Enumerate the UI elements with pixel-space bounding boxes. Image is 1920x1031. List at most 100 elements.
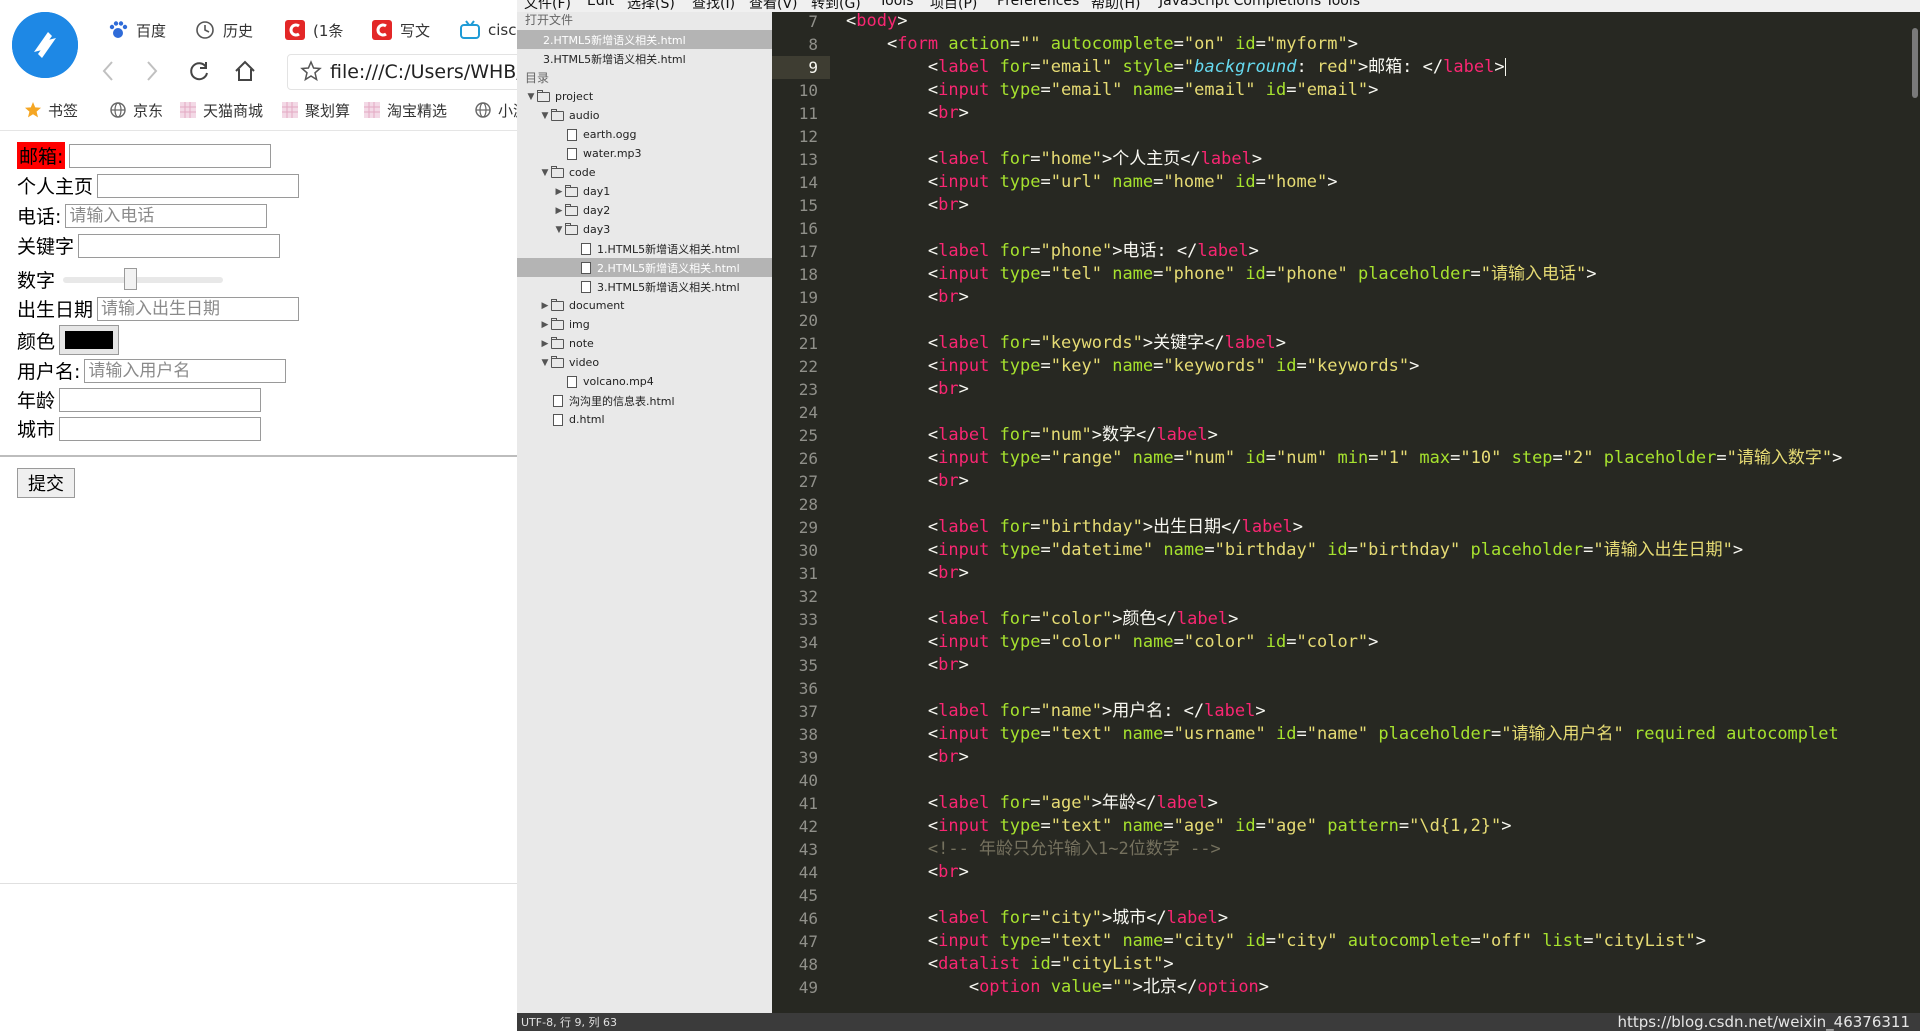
browser-tab[interactable]: 历史 — [195, 16, 253, 44]
code-line: <input type="key" name="keywords" id="ke… — [846, 356, 1420, 376]
city-row: 城市 — [17, 415, 262, 442]
num-label: 数字 — [17, 270, 56, 292]
line-number: 38 — [798, 725, 818, 744]
birthday-row: 出生日期 — [17, 295, 300, 322]
tree-file[interactable]: water.mp3 — [553, 144, 642, 163]
tree-folder[interactable]: ▶ day2 — [553, 201, 610, 220]
expand-down-icon[interactable]: ▼ — [539, 111, 551, 121]
menu-item[interactable]: 文件(F) — [524, 0, 571, 12]
menu-item[interactable]: JavaScript Completions Tools — [1159, 0, 1360, 9]
favorite-star-icon[interactable] — [300, 60, 322, 86]
bookmark-item[interactable]: 聚划算 — [281, 98, 350, 122]
code-line: <input type="email" name="email" id="ema… — [846, 80, 1379, 100]
tree-folder[interactable]: ▼ audio — [539, 106, 599, 125]
expand-right-icon[interactable]: ▶ — [553, 187, 565, 197]
expand-down-icon[interactable]: ▼ — [539, 358, 551, 368]
menu-item[interactable]: 转到(G) — [811, 0, 861, 12]
tree-folder[interactable]: ▼ day3 — [553, 220, 610, 239]
tree-folder[interactable]: ▶ img — [539, 315, 590, 334]
menu-item[interactable]: Tools — [879, 0, 914, 9]
code-view[interactable]: 7 8 9 10 11 12 13 14 15 16 17 18 19 20 21 22 23 24 25 26 27 2… — [772, 12, 1920, 1013]
browser-tab[interactable]: 写文 — [372, 16, 430, 44]
submit-button[interactable]: 提交 — [17, 468, 75, 498]
city-field[interactable] — [59, 416, 262, 441]
address-bar[interactable]: file:///C:/Users/WHB/D — [287, 54, 517, 90]
name-row: 用户名: — [17, 357, 287, 384]
color-picker[interactable] — [59, 325, 120, 355]
line-number: 7 — [808, 12, 818, 31]
username-field[interactable] — [84, 358, 287, 383]
bookmark-item[interactable]: 小游 — [474, 98, 517, 122]
line-number: 12 — [798, 127, 818, 146]
browser-logo-icon[interactable] — [12, 12, 78, 78]
menu-item[interactable]: Edit — [587, 0, 614, 9]
bookmark-label: 天猫商城 — [203, 101, 264, 120]
menu-item[interactable]: 帮助(H) — [1091, 0, 1140, 12]
home-row: 个人主页 — [17, 172, 300, 199]
bookmark-item[interactable]: 天猫商城 — [179, 98, 263, 122]
page-bottom-line — [0, 883, 517, 884]
phone-field[interactable] — [65, 203, 268, 228]
tree-item-label: 3.HTML5新增语义相关.html — [597, 280, 740, 294]
file-icon — [581, 261, 591, 274]
keywords-field[interactable] — [78, 233, 281, 258]
expand-right-icon[interactable]: ▶ — [539, 301, 551, 311]
expand-down-icon[interactable]: ▼ — [539, 168, 551, 178]
bookmark-item[interactable]: 京东 — [109, 98, 163, 122]
expand-right-icon[interactable]: ▶ — [539, 320, 551, 330]
tree-file[interactable]: volcano.mp4 — [553, 372, 654, 391]
home-field[interactable] — [97, 173, 300, 198]
num-range-slider[interactable] — [63, 267, 224, 290]
code-line: <label for="email" style="background: re… — [846, 57, 1506, 77]
back-icon[interactable] — [95, 58, 121, 84]
menu-bar: 文件(F) Edit 选择(S) 查找(I) 查看(V) 转到(G) Tools 项目(P) P… — [517, 0, 1920, 12]
code-line: <label for="age">年龄</label> — [846, 793, 1218, 813]
line-number: 40 — [798, 771, 818, 790]
tree-file[interactable]: 沟沟里的信息表.html — [539, 391, 675, 410]
menu-item[interactable]: 选择(S) — [627, 0, 675, 12]
bookmark-item[interactable]: 书签 — [24, 98, 78, 122]
tree-file[interactable]: 2.HTML5新增语义相关.html — [517, 258, 772, 277]
line-number: 32 — [798, 587, 818, 606]
menu-item[interactable]: 查看(V) — [749, 0, 798, 12]
tree-folder[interactable]: ▼ project — [525, 87, 593, 106]
tree-item-label: day3 — [583, 223, 611, 236]
csdn-c-icon — [372, 20, 392, 40]
tree-item-label: note — [569, 337, 594, 350]
reload-icon[interactable] — [186, 58, 212, 84]
form-separator — [0, 455, 517, 457]
line-number: 17 — [798, 242, 818, 261]
age-field[interactable] — [59, 387, 262, 412]
expand-right-icon[interactable]: ▶ — [553, 206, 565, 216]
open-file-item[interactable]: 3.HTML5新增语义相关.html — [517, 49, 772, 68]
birthday-field[interactable] — [97, 296, 300, 321]
home-icon[interactable] — [232, 58, 258, 84]
tree-file[interactable]: earth.ogg — [553, 125, 637, 144]
line-number: 15 — [798, 196, 818, 215]
tree-file[interactable]: 3.HTML5新增语义相关.html — [567, 277, 740, 296]
tree-folder[interactable]: ▶ document — [539, 296, 625, 315]
tree-folder[interactable]: ▶ day1 — [553, 182, 610, 201]
tree-folder[interactable]: ▼ code — [539, 163, 596, 182]
range-thumb[interactable] — [124, 267, 138, 290]
bookmark-item[interactable]: 淘宝精选 — [363, 98, 447, 122]
expand-down-icon[interactable]: ▼ — [525, 92, 537, 102]
tree-folder[interactable]: ▼ video — [539, 353, 599, 372]
tree-folder[interactable]: ▶ note — [539, 334, 594, 353]
csdn-c-icon — [285, 20, 305, 40]
email-field[interactable] — [69, 143, 272, 168]
menu-item[interactable]: 项目(P) — [930, 0, 977, 12]
open-file-item[interactable]: 2.HTML5新增语义相关.html — [517, 30, 772, 49]
browser-tab[interactable]: 百度 — [108, 16, 166, 44]
expand-down-icon[interactable]: ▼ — [553, 225, 565, 235]
menu-item[interactable]: Preferences — [997, 0, 1079, 9]
browser-tab[interactable]: (1条 — [285, 16, 343, 44]
browser-tab[interactable]: cisc — [460, 16, 516, 44]
expand-right-icon[interactable]: ▶ — [539, 339, 551, 349]
tree-file[interactable]: 1.HTML5新增语义相关.html — [567, 239, 740, 258]
folder-icon — [551, 355, 564, 368]
menu-item[interactable]: 查找(I) — [692, 0, 735, 12]
scrollbar-thumb[interactable] — [1912, 28, 1918, 98]
tree-file[interactable]: d.html — [539, 410, 605, 429]
forward-icon[interactable] — [139, 58, 165, 84]
